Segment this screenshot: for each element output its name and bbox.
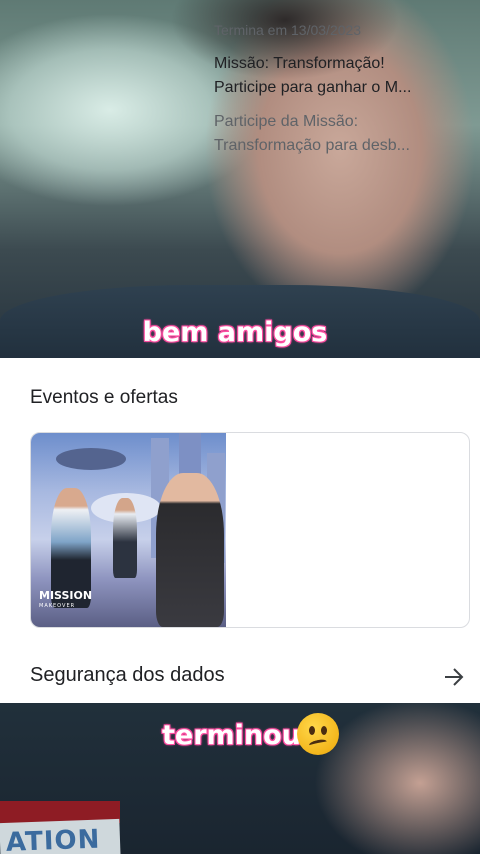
arrow-right-icon[interactable] <box>442 666 466 688</box>
character-small <box>113 498 137 578</box>
data-safety-row[interactable]: Segurança dos dados <box>0 652 480 700</box>
confused-face-emoji <box>297 713 339 755</box>
caption-bottom: terminou <box>162 720 301 751</box>
event-end-date: Termina em 13/03/2023 <box>214 22 362 38</box>
mission-logo: MISSION MAKEOVER <box>39 589 93 609</box>
event-description: Participe da Missão: Transformação para … <box>214 113 410 154</box>
caption-top: bem amigos <box>142 317 328 348</box>
section-title-events: Eventos e ofertas <box>30 387 178 408</box>
shirt-badge: ATION <box>0 818 121 854</box>
character-male-suit <box>156 473 224 627</box>
event-card[interactable]: MISSION MAKEOVER <box>30 432 470 628</box>
event-title: Missão: Transformação! Participe para ga… <box>214 55 412 96</box>
event-thumbnail: MISSION MAKEOVER <box>31 433 226 627</box>
data-safety-label: Segurança dos dados <box>30 664 225 686</box>
